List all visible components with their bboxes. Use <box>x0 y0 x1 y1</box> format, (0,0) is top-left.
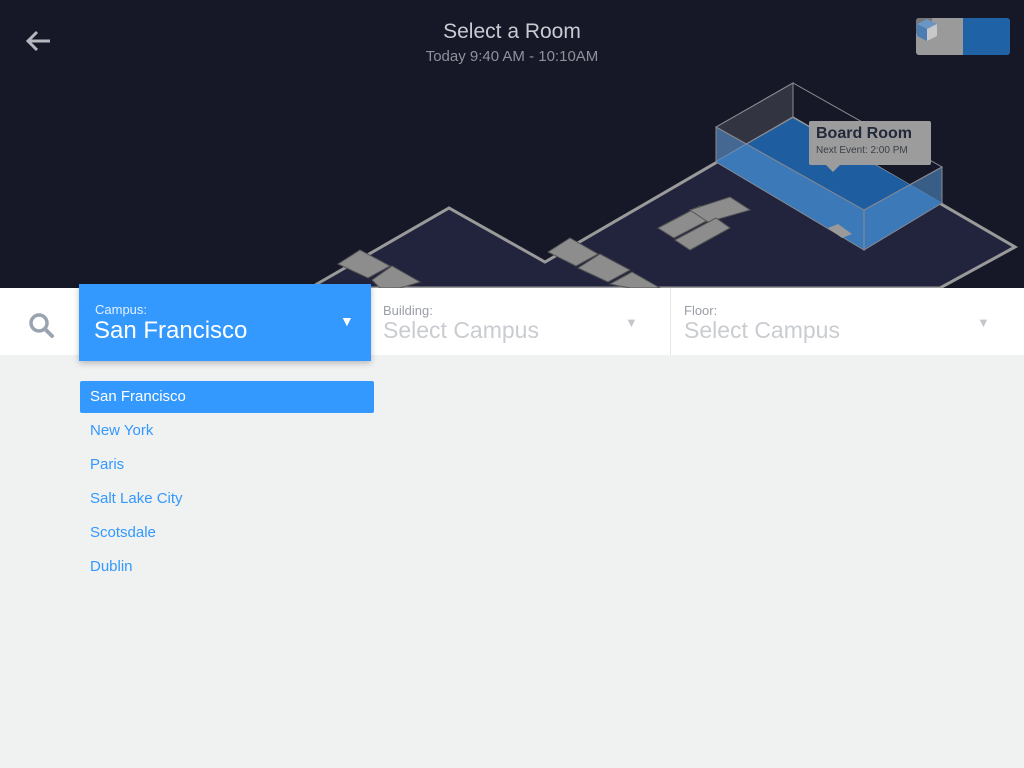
building-select[interactable]: Building: Select Campus ▼ <box>370 288 671 355</box>
room-tooltip[interactable]: Board Room Next Event: 2:00 PM <box>809 121 931 172</box>
floor-value: Select Campus <box>684 317 840 343</box>
floor-select[interactable]: Floor: Select Campus ▼ <box>671 288 1024 355</box>
chevron-down-icon: ▼ <box>625 315 638 330</box>
time-range: Today 9:40 AM - 10:10AM <box>425 48 599 65</box>
campus-option-paris[interactable]: Paris <box>80 449 374 481</box>
building-value: Select Campus <box>383 317 539 343</box>
campus-option-salt-lake-city[interactable]: Salt Lake City <box>80 483 374 515</box>
cube-icon <box>917 19 937 41</box>
building-label: Building: <box>383 303 433 318</box>
floor-label: Floor: <box>684 303 718 318</box>
next-event: Next Event: 2:00 PM <box>816 145 908 156</box>
view-toggle[interactable] <box>916 18 1010 55</box>
campus-label: Campus: <box>95 302 148 317</box>
campus-option-dublin[interactable]: Dublin <box>80 551 374 583</box>
search-icon <box>29 313 54 338</box>
floor-map[interactable]: Select a Room Today 9:40 AM - 10:10AM Bo… <box>0 0 1024 288</box>
campus-option-new-york[interactable]: New York <box>80 415 374 447</box>
chevron-down-icon: ▼ <box>977 315 990 330</box>
campus-option-san-francisco[interactable]: San Francisco <box>80 381 374 413</box>
campus-select[interactable]: Campus: San Francisco ▼ <box>79 284 371 361</box>
campus-dropdown-list: San Francisco New York Paris Salt Lake C… <box>80 381 374 585</box>
page-title: Select a Room <box>443 20 581 43</box>
chevron-down-icon: ▼ <box>340 313 354 329</box>
campus-value: San Francisco <box>94 317 248 344</box>
campus-option-scotsdale[interactable]: Scotsdale <box>80 517 374 549</box>
room-name: Board Room <box>816 125 912 142</box>
3d-view-button[interactable] <box>917 18 1010 55</box>
search-button[interactable] <box>24 308 58 342</box>
